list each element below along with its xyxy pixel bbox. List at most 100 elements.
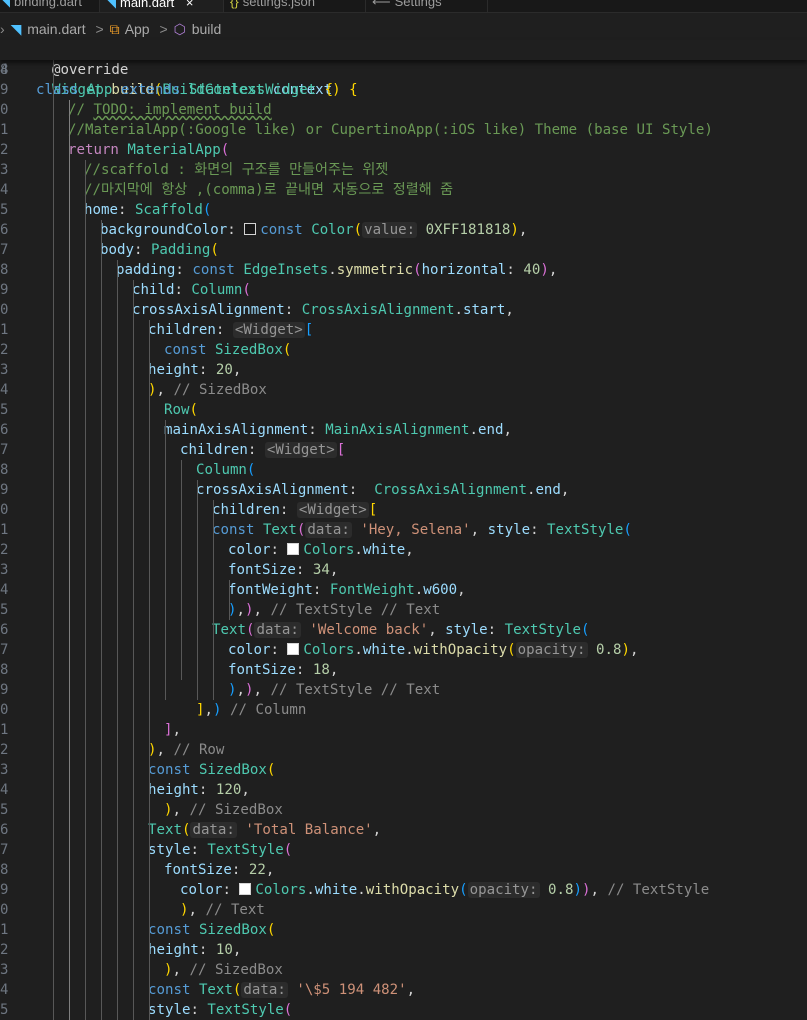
code-line[interactable]: 9),), // TextStyle // Text (0, 680, 807, 700)
breadcrumb-class[interactable]: App (125, 21, 150, 37)
token-punc: : (348, 482, 375, 498)
token-prop: height (148, 782, 199, 798)
code-line[interactable]: 3 const SizedBox( (0, 760, 807, 780)
code-line[interactable]: 0// TODO: implement build (0, 100, 807, 120)
code-text: ), // Row (148, 740, 224, 760)
code-line[interactable]: 3), // SizedBox (0, 960, 807, 980)
code-line[interactable]: 1 const SizedBox( (0, 920, 807, 940)
code-line[interactable]: 3 height: 20, (0, 360, 807, 380)
breadcrumb-file[interactable]: main.dart (27, 21, 85, 37)
code-line[interactable]: 0 crossAxisAlignment: CrossAxisAlignment.… (0, 300, 807, 320)
code-line[interactable]: 7 style: TextStyle( (0, 840, 807, 860)
code-line[interactable]: 5 Row( (0, 400, 807, 420)
code-line[interactable]: 6 backgroundColor: const Color(value: 0XF… (0, 220, 807, 240)
code-line[interactable]: 4 height: 120, (0, 780, 807, 800)
code-line[interactable]: 6 mainAxisAlignment: MainAxisAlignment.en… (0, 420, 807, 440)
code-line[interactable]: 3 //scaffold : 화면의 구조를 만들어주는 위젯 (0, 160, 807, 180)
code-line[interactable]: 1 const Text (data: 'Hey, Selena', style: … (0, 520, 807, 540)
code-text: Row( (164, 400, 198, 420)
line-number: 4 (0, 582, 9, 598)
token-closing: // TextStyle // Text (270, 602, 441, 618)
code-line[interactable]: 2), // Row (0, 740, 807, 760)
code-line[interactable]: 0],) // Column (0, 700, 807, 720)
token-num: 22 (248, 862, 266, 878)
code-line[interactable]: 5),), // TextStyle // Text (0, 600, 807, 620)
code-line[interactable]: 7 children: <Widget>[ (0, 440, 807, 460)
token-num: 120 (215, 782, 242, 798)
code-line[interactable]: 8 Column( (0, 460, 807, 480)
line-number: 6 (0, 422, 9, 438)
code-line[interactable]: 1], (0, 720, 807, 740)
indent-guide (133, 280, 134, 1020)
code-line[interactable]: 0 children: <Widget>[ (0, 500, 807, 520)
token-closing: // TextStyle (607, 882, 710, 898)
code-line[interactable]: 7 body: Padding( (0, 240, 807, 260)
token-punc: . (306, 882, 315, 898)
breadcrumb-method[interactable]: build (192, 21, 222, 37)
code-line[interactable]: 8 fontSize: 18, (0, 660, 807, 680)
code-line[interactable]: 5 style: TextStyle( (0, 1000, 807, 1020)
tab-main-dart[interactable]: ◥ main.dart × (100, 0, 224, 12)
code-text: backgroundColor: const Color(value: 0XFF… (100, 220, 527, 240)
tab-binding-dart[interactable]: ◥ binding.dart (0, 0, 100, 12)
code-line[interactable]: 8 fontSize: 22, (0, 860, 807, 880)
color-swatch-icon[interactable] (287, 543, 300, 555)
code-line[interactable]: 2 height: 10, (0, 940, 807, 960)
code-line[interactable]: 1 children: <Widget>[ (0, 320, 807, 340)
code-line[interactable]: 9 crossAxisAlignment: CrossAxisAlignment.… (0, 480, 807, 500)
code-line[interactable]: 5), // SizedBox (0, 800, 807, 820)
code-line[interactable]: 5 home: Scaffold( (0, 200, 807, 220)
token-func: symmetric (336, 262, 414, 278)
code-line[interactable]: 4 fontWeight: FontWeight.w600, (0, 580, 807, 600)
close-icon[interactable]: × (182, 0, 194, 10)
token-punc: . (454, 302, 463, 318)
color-swatch-icon[interactable] (239, 883, 252, 895)
code-line[interactable]: 2 color: Colors.white, (0, 540, 807, 560)
code-line[interactable]: 6 Text (data: 'Welcome back', style: TextS… (0, 620, 807, 640)
token-prop: children (212, 502, 280, 518)
code-text: children: <Widget>[ (180, 440, 345, 460)
token-br3: ( (623, 522, 632, 538)
indent-guide (69, 100, 70, 1020)
token-punc: , (406, 982, 416, 998)
code-line[interactable]: 3 fontSize: 34, (0, 560, 807, 580)
token-punc: , (232, 362, 242, 378)
sticky-scroll-header[interactable]: 4 class App extends StatelessWidget { (0, 40, 807, 98)
token-prop: children (180, 442, 248, 458)
color-swatch-icon[interactable] (287, 643, 300, 655)
token-punc: : (284, 302, 302, 318)
token-br3: ( (459, 882, 468, 898)
token-ann: @override (52, 62, 129, 78)
line-number: 0 (0, 702, 9, 718)
code-line[interactable]: 2 return MaterialApp( (0, 140, 807, 160)
code-text: padding: const EdgeInsets.symmetric(hori… (116, 260, 557, 280)
code-line[interactable]: 9 child: Column( (0, 280, 807, 300)
settings-icon: ⟵ (372, 0, 391, 9)
token-kw: const (148, 922, 191, 938)
code-line[interactable]: 2 const SizedBox( (0, 340, 807, 360)
code-line[interactable]: 1 //MaterialApp(:Google like) or Cupertin… (0, 120, 807, 140)
line-number: 6 (0, 622, 9, 638)
code-line[interactable]: 9 color: Colors.white.withOpacity(opacity… (0, 880, 807, 900)
code-line[interactable]: 4 const Text(data: '\$5 194 482', (0, 980, 807, 1000)
code-line[interactable]: 6 Text(data: 'Total Balance', (0, 820, 807, 840)
token-punc: : (231, 862, 249, 878)
code-line[interactable]: 4 //마지막에 항상 ,(comma)로 끝내면 자동으로 정렬해 줌 (0, 180, 807, 200)
code-line[interactable]: 8 padding: const EdgeInsets.symmetric(hor… (0, 260, 807, 280)
code-line[interactable]: 7 color: Colors.white.withOpacity(opacity… (0, 640, 807, 660)
indent-guide (117, 260, 118, 1020)
token-punc: : (530, 522, 548, 538)
tab-settings-json[interactable]: {} settings.json (224, 0, 366, 12)
token-prop: color (228, 642, 271, 658)
code-line[interactable]: 0), // Text (0, 900, 807, 920)
token-punc: : (227, 222, 245, 238)
code-line[interactable]: 8 @override (0, 60, 807, 80)
tab-settings[interactable]: ⟵ Settings (366, 0, 488, 12)
token-closing: // SizedBox (189, 962, 283, 978)
token-punc: . (354, 642, 363, 658)
color-swatch-icon[interactable] (244, 223, 257, 235)
code-line[interactable]: 4), // SizedBox (0, 380, 807, 400)
token-com: //scaffold : 화면의 구조를 만들어주는 위젯 (84, 162, 389, 178)
token-type: TextStyle (207, 1002, 284, 1018)
token-prop: fontSize (164, 862, 232, 878)
